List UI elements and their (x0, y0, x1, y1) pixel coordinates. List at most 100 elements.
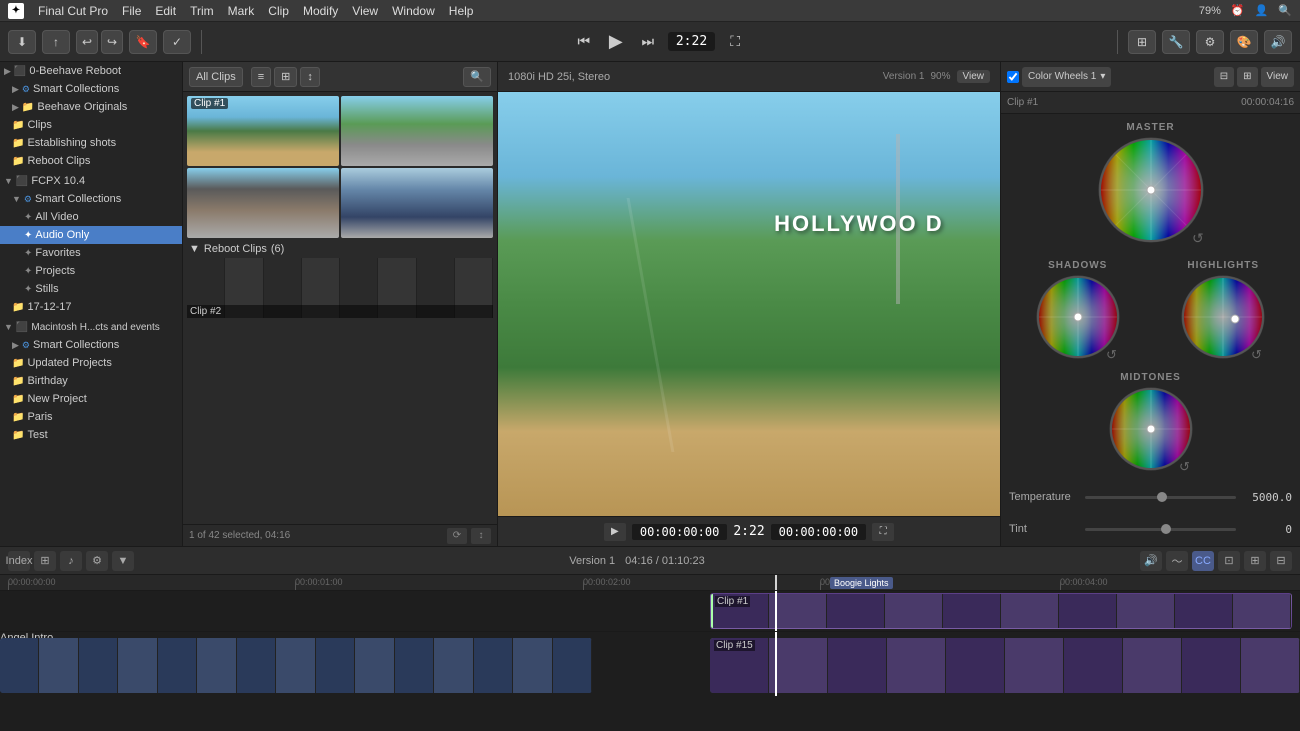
sidebar-item-macintosh[interactable]: ▼ ⬛ Macintosh H...cts and events (0, 318, 182, 336)
menu-edit[interactable]: Edit (155, 4, 176, 18)
all-clips-btn[interactable]: All Clips (189, 67, 243, 87)
layout-btn[interactable]: ⊞ (1128, 30, 1156, 54)
sidebar-item-smart-collections-3[interactable]: ▶ ⚙ Smart Collections (0, 336, 182, 354)
ff (39, 638, 78, 693)
list-item[interactable] (341, 96, 493, 166)
timeline-clip-angel-intro[interactable] (0, 638, 592, 693)
folder-icon-171217: 📁 (12, 302, 24, 313)
inspector-expand-btn[interactable]: ⊞ (1237, 67, 1257, 87)
redo-btn[interactable]: ↪ (101, 30, 123, 54)
sidebar-item-all-video[interactable]: ✦ All Video (0, 208, 182, 226)
effects-btn[interactable]: ⚙ (1196, 30, 1224, 54)
clip-info-bar: Clip #1 00:00:04:16 (1001, 92, 1300, 114)
menu-fcpro[interactable]: Final Cut Pro (38, 4, 108, 18)
goto-start-btn[interactable]: ⏮ (572, 30, 596, 54)
temperature-slider[interactable] (1085, 496, 1236, 499)
menu-view[interactable]: View (352, 4, 378, 18)
color-btn[interactable]: 🎨 (1230, 30, 1258, 54)
timeline-clip-1[interactable]: Clip #1 (710, 593, 1292, 629)
share-btn[interactable]: ↑ (42, 30, 70, 54)
duration-mode-btn[interactable]: ⟳ (447, 528, 467, 544)
sidebar-item-fcpx[interactable]: ▼ ⬛ FCPX 10.4 (0, 172, 182, 190)
viewer-frame[interactable]: HOLLYWOO D (498, 92, 1000, 516)
keyword-btn[interactable]: 🔖 (129, 30, 157, 54)
view-dropdown-btn[interactable]: View (957, 70, 991, 83)
list-item[interactable] (341, 168, 493, 238)
play-btn[interactable]: ▶ (604, 30, 628, 54)
tl-color-enhance-btn[interactable]: CC (1192, 551, 1214, 571)
menu-window[interactable]: Window (392, 4, 435, 18)
sidebar-item-new-project[interactable]: 📁 New Project (0, 390, 182, 408)
reboot-clip-thumbnail[interactable]: Clip #2 (187, 258, 493, 318)
clip1-track-label: Clip #1 (715, 596, 750, 607)
menu-clip[interactable]: Clip (268, 4, 289, 18)
sidebar-item-birthday[interactable]: 📁 Birthday (0, 372, 182, 390)
sidebar-item-paris[interactable]: 📁 Paris (0, 408, 182, 426)
undo-btn[interactable]: ↩ (76, 30, 98, 54)
sidebar-item-favorites[interactable]: ✦ Favorites (0, 244, 182, 262)
sidebar-item-beehave-originals[interactable]: ▶ 📁 Beehave Originals (0, 98, 182, 116)
shadows-wheel-wrapper[interactable]: ↺ (1034, 273, 1122, 364)
menu-help[interactable]: Help (449, 4, 474, 18)
browser-search-btn[interactable]: 🔍 (463, 67, 491, 87)
sidebar-item-establishing[interactable]: 📁 Establishing shots (0, 134, 182, 152)
fullscreen-btn[interactable]: ⛶ (723, 30, 747, 54)
sidebar-item-smart-collections-2[interactable]: ▼ ⚙ Smart Collections (0, 190, 182, 208)
audio-btn[interactable]: 🔊 (1264, 30, 1292, 54)
tl-view-btn[interactable]: ⊡ (1218, 551, 1240, 571)
timeline-clip-15[interactable]: Clip #15 (710, 638, 1300, 693)
ff (197, 638, 236, 693)
sidebar-item-beehave-reboot[interactable]: ▶ ⬛ 0-Beehave Reboot (0, 62, 182, 80)
tint-slider[interactable] (1085, 528, 1236, 531)
sidebar-item-audio-only[interactable]: ✦ Audio Only (0, 226, 182, 244)
sidebar-item-stills[interactable]: ✦ Stills (0, 280, 182, 298)
browser-list-view[interactable]: ≡ (251, 67, 271, 87)
inspector-collapse-btn[interactable]: ⊟ (1214, 67, 1234, 87)
sidebar-item-clips[interactable]: 📁 Clips (0, 116, 182, 134)
tl-zoom-btn[interactable]: ⊟ (1270, 551, 1292, 571)
menu-file[interactable]: File (122, 4, 141, 18)
highlights-wheel-wrapper[interactable]: ↺ (1179, 273, 1267, 364)
index-btn[interactable]: Index (8, 551, 30, 571)
inspector-view-btn[interactable]: View (1261, 67, 1295, 87)
reboot-clips-header[interactable]: ▼ Reboot Clips (6) (187, 240, 493, 258)
sidebar-item-updated-projects[interactable]: 📁 Updated Projects (0, 354, 182, 372)
fullscreen-btn[interactable]: ⛶ (872, 523, 894, 541)
media-import-btn[interactable]: ⬇ (8, 30, 36, 54)
folder-icon-np: 📁 (12, 394, 24, 405)
ff (1005, 638, 1064, 693)
sidebar-item-test[interactable]: 📁 Test (0, 426, 182, 444)
menu-modify[interactable]: Modify (303, 4, 338, 18)
clip-mode-btn[interactable]: ↕ (471, 528, 491, 544)
list-item[interactable]: Clip #1 (187, 96, 339, 166)
play-range-btn[interactable]: ▶ (604, 523, 626, 541)
sidebar-item-reboot-clips[interactable]: 📁 Reboot Clips (0, 152, 182, 170)
effect-enable-checkbox[interactable] (1007, 71, 1019, 83)
sidebar-item-17-12-17[interactable]: 📁 17-12-17 (0, 298, 182, 316)
list-item[interactable] (187, 168, 339, 238)
goto-end-btn[interactable]: ⏭ (636, 30, 660, 54)
tl-expand-btn[interactable]: ▼ (112, 551, 134, 571)
sidebar-item-smart-collections-1[interactable]: ▶ ⚙ Smart Collections (0, 80, 182, 98)
inspector-toolbar: Color Wheels 1 ▾ ⊟ ⊞ View (1001, 62, 1300, 92)
tl-audio-meter-btn[interactable]: 🔊 (1140, 551, 1162, 571)
menu-trim[interactable]: Trim (190, 4, 214, 18)
browser-grid-view[interactable]: ⊞ (274, 67, 297, 87)
checkmark-btn[interactable]: ✓ (163, 30, 191, 54)
tl-audio-btn[interactable]: ♪ (60, 551, 82, 571)
sidebar-item-label: 0-Beehave Reboot (29, 65, 121, 77)
chevron-icon: ▶ (4, 66, 11, 77)
tl-waveform-btn[interactable]: 〜 (1166, 551, 1188, 571)
effect-name-btn[interactable]: Color Wheels 1 ▾ (1022, 67, 1111, 87)
menubar-search[interactable]: 🔍 (1278, 4, 1292, 17)
tl-layout-btn[interactable]: ⊞ (1244, 551, 1266, 571)
menu-mark[interactable]: Mark (228, 4, 255, 18)
sidebar-item-projects[interactable]: ✦ Projects (0, 262, 182, 280)
clip1-filmstrip (711, 594, 1291, 628)
tl-effects-btn[interactable]: ⚙ (86, 551, 108, 571)
master-wheel-wrapper[interactable]: ↺ (1096, 135, 1206, 248)
inspector-btn[interactable]: 🔧 (1162, 30, 1190, 54)
browser-sort[interactable]: ↕ (300, 67, 320, 87)
tl-clip-btn[interactable]: ⊞ (34, 551, 56, 571)
midtones-wheel-wrapper[interactable]: ↺ (1107, 385, 1195, 476)
